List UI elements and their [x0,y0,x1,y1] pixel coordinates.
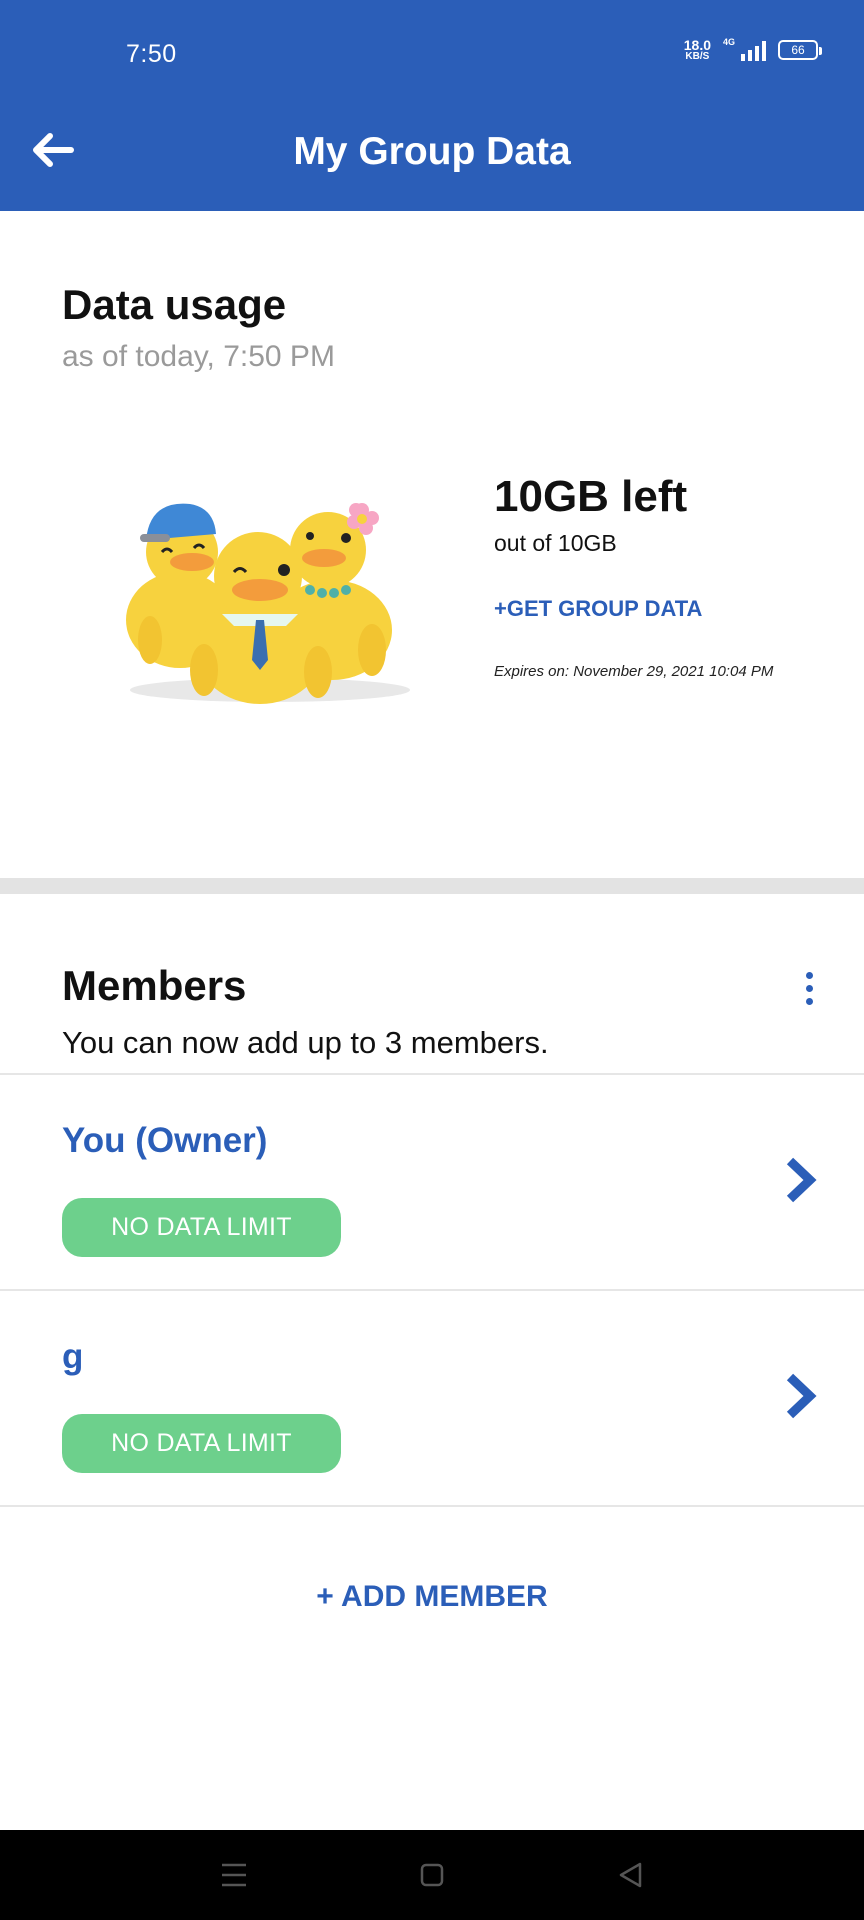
status-time: 7:50 [126,40,177,68]
battery-icon: 66 [778,40,822,60]
more-vertical-icon [805,971,813,979]
page-title: My Group Data [293,130,571,173]
network-type: 4G [723,37,736,47]
battery-level: 66 [791,43,805,57]
more-options-button[interactable] [792,966,826,1010]
app-bar: 7:50 18.0 KB/S 4G 66 My Group Data [0,0,864,211]
members-heading: Members [62,962,247,1009]
section-divider [0,878,864,894]
chevron-right-icon [786,1373,817,1419]
data-total: out of 10GB [494,530,617,556]
expiry-text: Expires on: November 29, 2021 10:04 PM [494,663,774,680]
network-speed: 18.0 KB/S [684,38,711,62]
data-usage-timestamp: as of today, 7:50 PM [62,340,335,373]
member-row-owner[interactable]: You (Owner) NO DATA LIMIT [0,1075,864,1289]
menu-icon[interactable] [216,1857,252,1893]
data-usage-heading: Data usage [62,281,287,328]
system-nav-bar [0,1830,864,1920]
home-icon[interactable] [414,1857,450,1893]
member-name: g [62,1337,84,1376]
member-name: You (Owner) [62,1121,268,1160]
network-speed-value: 18.0 [683,37,711,53]
signal-icon: 4G [723,37,766,61]
network-speed-unit: KB/S [685,51,710,62]
add-member-button[interactable]: + ADD MEMBER [0,1580,864,1614]
member-row-g[interactable]: g NO DATA LIMIT [0,1291,864,1505]
row-divider [0,1505,864,1507]
data-limit-badge: NO DATA LIMIT [62,1414,341,1473]
triangle-back-icon[interactable] [612,1857,648,1893]
data-limit-badge: NO DATA LIMIT [62,1198,341,1257]
chevron-right-icon [786,1157,817,1203]
ducks-illustration [126,503,410,704]
members-subtitle: You can now add up to 3 members. [62,1025,549,1060]
data-left: 10GB left [494,472,688,521]
get-group-data-link[interactable]: +GET GROUP DATA [494,596,702,622]
status-icons: 18.0 KB/S 4G 66 [684,37,822,62]
